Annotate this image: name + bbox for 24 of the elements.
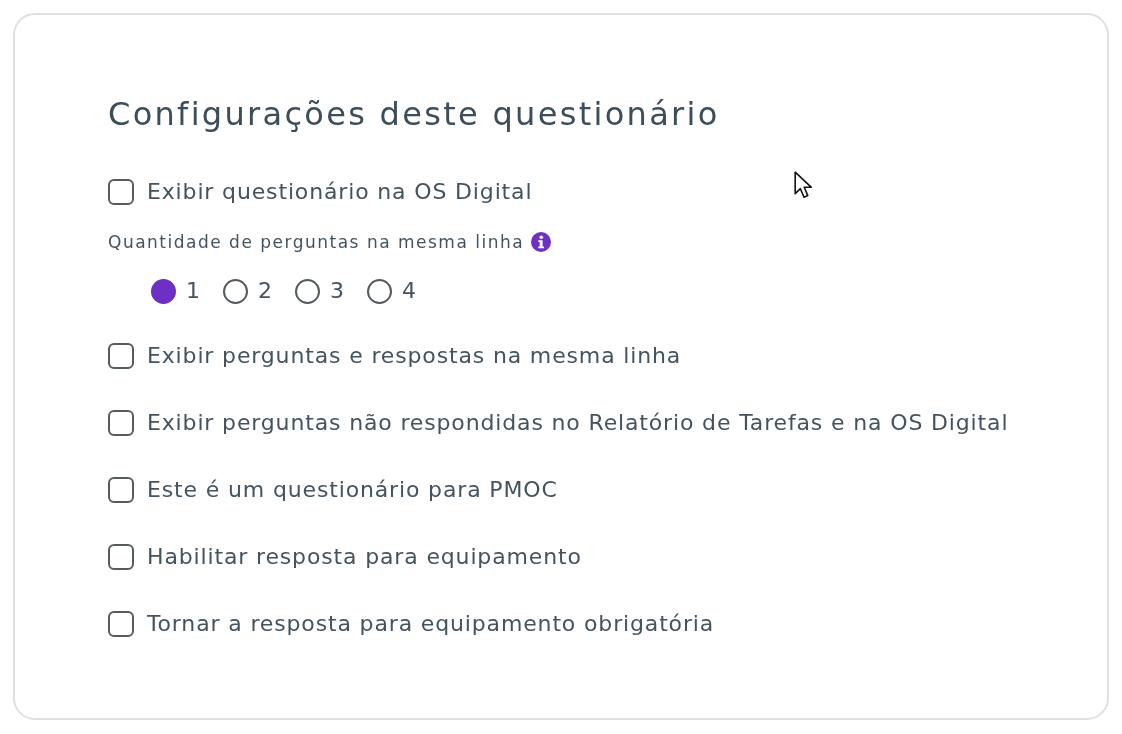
checkbox[interactable] — [108, 611, 134, 637]
card-title: Configurações deste questionário — [108, 94, 720, 134]
checkbox-label[interactable]: Exibir perguntas não respondidas no Relatório de Tarefas e na OS Digital — [147, 406, 1009, 440]
checkbox-label[interactable]: Exibir perguntas e respostas na mesma linha — [147, 339, 682, 373]
radio-label[interactable]: 4 — [402, 276, 416, 306]
radio-button[interactable] — [295, 278, 320, 304]
checkbox[interactable] — [108, 410, 134, 436]
radio-label[interactable]: 2 — [258, 276, 272, 306]
checkbox-label[interactable]: Exibir questionário na OS Digital — [147, 175, 533, 209]
checkbox[interactable] — [108, 179, 134, 205]
radio-label[interactable]: 3 — [330, 276, 344, 306]
radio-button[interactable] — [223, 278, 248, 304]
field-label: Quantidade de perguntas na mesma linha — [108, 231, 525, 253]
checkbox-label[interactable]: Tornar a resposta para equipamento obrigatória — [147, 607, 715, 641]
checkbox-label[interactable]: Habilitar resposta para equipamento — [147, 540, 582, 574]
mouse-pointer-icon — [794, 171, 815, 200]
checkbox[interactable] — [108, 544, 134, 570]
radio-label[interactable]: 1 — [186, 276, 200, 306]
checkbox[interactable] — [108, 343, 134, 369]
radio-button[interactable] — [151, 278, 176, 304]
checkbox[interactable] — [108, 477, 134, 503]
info-icon[interactable] — [531, 232, 552, 252]
checkbox-label[interactable]: Este é um questionário para PMOC — [147, 473, 558, 507]
radio-button[interactable] — [367, 278, 392, 304]
